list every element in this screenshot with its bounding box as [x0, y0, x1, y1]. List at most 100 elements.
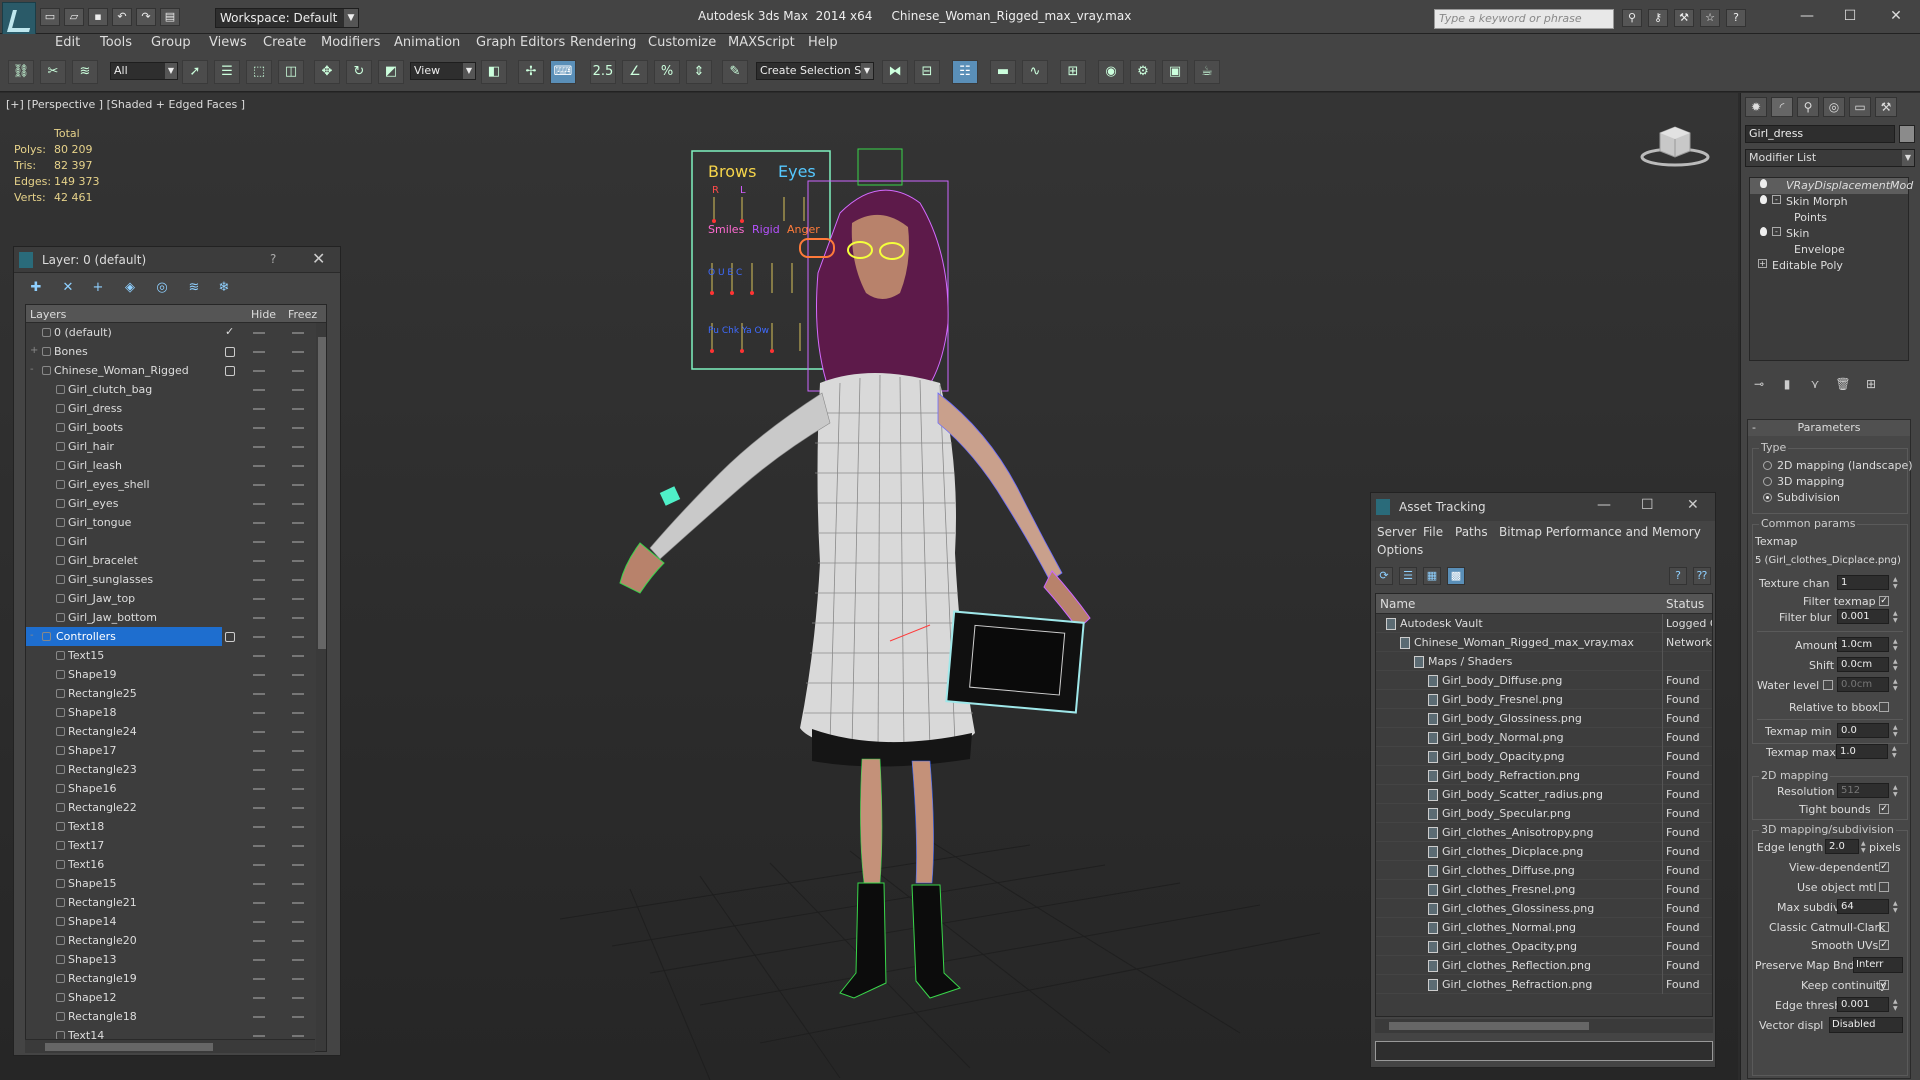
workspace-dropdown[interactable]: Workspace: Default ▼ [215, 8, 359, 28]
unlink-icon[interactable]: ✂ [40, 60, 66, 84]
project-folder-icon[interactable]: ▤ [160, 8, 180, 26]
motion-tab-icon[interactable]: ◎ [1823, 97, 1845, 117]
layer-manager-icon[interactable]: ☷ [952, 60, 978, 84]
preserve-map-bnd-dropdown[interactable]: Interr [1853, 957, 1903, 973]
select-layer-objects-icon[interactable]: ◈ [120, 279, 140, 297]
freeze-toggle[interactable] [292, 541, 304, 543]
layer-row[interactable]: Rectangle18 [26, 1007, 326, 1026]
asset-row[interactable]: Maps / Shaders [1376, 652, 1712, 671]
modifier-on-bulb-icon[interactable] [1760, 227, 1767, 236]
hide-toggle[interactable] [253, 921, 265, 923]
freeze-toggle[interactable] [292, 560, 304, 562]
hide-toggle[interactable] [253, 617, 265, 619]
maximize-button[interactable]: ☐ [1838, 6, 1862, 26]
freeze-toggle[interactable] [292, 484, 304, 486]
hide-toggle[interactable] [253, 826, 265, 828]
layer-row[interactable]: Text16 [26, 855, 326, 874]
close-button[interactable]: ✕ [1884, 6, 1908, 26]
hide-toggle[interactable] [253, 579, 265, 581]
scrollbar-thumb[interactable] [318, 337, 326, 649]
asset-row[interactable]: Girl_clothes_Refraction.png Found [1376, 975, 1712, 994]
freeze-toggle[interactable] [292, 655, 304, 657]
search-input[interactable]: Type a keyword or phrase [1434, 9, 1614, 29]
layer-row[interactable]: Rectangle25 [26, 684, 326, 703]
rotate-icon[interactable]: ↻ [346, 60, 372, 84]
refresh-icon[interactable]: ⟳ [1375, 567, 1393, 585]
resolution-input[interactable]: 512 [1837, 783, 1889, 798]
menu-modifiers[interactable]: Modifiers [321, 35, 380, 50]
layer-row[interactable]: Girl_leash [26, 456, 326, 475]
redo-icon[interactable]: ↷ [136, 8, 156, 26]
hide-toggle[interactable] [253, 845, 265, 847]
shift-input[interactable]: 0.0cm [1837, 657, 1889, 672]
hide-toggle[interactable] [253, 750, 265, 752]
schematic-view-icon[interactable]: ⊞ [1060, 60, 1086, 84]
texture-chan-input[interactable]: 1 [1837, 575, 1889, 590]
hide-toggle[interactable] [253, 408, 265, 410]
layer-row[interactable]: Girl_tongue [26, 513, 326, 532]
vault-help-icon[interactable]: ⁇ [1693, 567, 1711, 585]
rectangular-selection-icon[interactable]: ⬚ [246, 60, 272, 84]
spinner-arrows-icon[interactable]: ▲ ▼ [1892, 745, 1898, 760]
layer-row[interactable]: Girl_eyes_shell [26, 475, 326, 494]
freeze-toggle[interactable] [292, 351, 304, 353]
freeze-toggle[interactable] [292, 826, 304, 828]
hide-toggle[interactable] [253, 864, 265, 866]
menu-maxscript[interactable]: MAXScript [728, 35, 795, 50]
asset-row[interactable]: Girl_body_Fresnel.png Found [1376, 690, 1712, 709]
layer-row[interactable]: Shape17 [26, 741, 326, 760]
asset-row[interactable]: Girl_clothes_Opacity.png Found [1376, 937, 1712, 956]
modifier-stack-item[interactable]: - Skin Morph [1750, 194, 1908, 210]
hide-toggle[interactable] [253, 978, 265, 980]
spinner-arrows-icon[interactable]: ▲ ▼ [1893, 900, 1899, 915]
asset-row[interactable]: Girl_body_Glossiness.png Found [1376, 709, 1712, 728]
col-freeze[interactable]: Freez [288, 308, 317, 321]
hide-toggle[interactable] [253, 522, 265, 524]
menu-bitmap-performance[interactable]: Bitmap Performance and Memory [1499, 525, 1701, 539]
use-object-mtl-checkbox[interactable] [1879, 882, 1889, 892]
freeze-toggle[interactable] [292, 788, 304, 790]
freeze-toggle[interactable] [292, 446, 304, 448]
layer-row[interactable]: Shape16 [26, 779, 326, 798]
smooth-uvs-checkbox[interactable]: ✓ [1879, 940, 1889, 950]
new-file-icon[interactable]: ▭ [40, 8, 60, 26]
layer-row[interactable]: Text17 [26, 836, 326, 855]
percent-snap-icon[interactable]: % [654, 60, 680, 84]
asset-row[interactable]: Girl_clothes_Fresnel.png Found [1376, 880, 1712, 899]
col-status[interactable]: Status [1666, 597, 1704, 611]
hide-toggle[interactable] [253, 902, 265, 904]
layer-row[interactable]: Shape15 [26, 874, 326, 893]
col-hide[interactable]: Hide [251, 308, 276, 321]
spinner-arrows-icon[interactable]: ▲ ▼ [1893, 998, 1899, 1013]
freeze-toggle[interactable] [292, 883, 304, 885]
amount-input[interactable]: 1.0cm [1837, 637, 1889, 652]
pivot-center-icon[interactable]: ◧ [481, 60, 507, 84]
menu-animation[interactable]: Animation [394, 35, 460, 50]
material-editor-icon[interactable]: ◉ [1098, 60, 1124, 84]
tight-bounds-checkbox[interactable]: ✓ [1879, 804, 1889, 814]
menu-paths[interactable]: Paths [1455, 525, 1488, 539]
curve-editor-icon[interactable]: ∿ [1022, 60, 1048, 84]
asset-row[interactable]: Girl_body_Refraction.png Found [1376, 766, 1712, 785]
layer-row[interactable]: Shape18 [26, 703, 326, 722]
freeze-toggle[interactable] [292, 674, 304, 676]
freeze-toggle[interactable] [292, 617, 304, 619]
key-icon[interactable]: ⚷ [1648, 9, 1668, 27]
add-to-layer-icon[interactable]: + [88, 279, 108, 297]
menu-options[interactable]: Options [1377, 543, 1423, 557]
filter-blur-input[interactable]: 0.001 [1837, 609, 1889, 624]
hierarchy-tab-icon[interactable]: ⚲ [1797, 97, 1819, 117]
freeze-toggle[interactable] [292, 902, 304, 904]
layer-row[interactable]: Girl_bracelet [26, 551, 326, 570]
expand-toggle-icon[interactable]: - [1772, 227, 1781, 236]
ribbon-icon[interactable]: ▬ [990, 60, 1016, 84]
menu-graph-editors[interactable]: Graph Editors [476, 35, 565, 50]
asset-row[interactable]: Girl_body_Scatter_radius.png Found [1376, 785, 1712, 804]
hide-toggle[interactable] [253, 370, 265, 372]
create-layer-icon[interactable]: ✚ [26, 279, 46, 297]
display-tab-icon[interactable]: ▭ [1849, 97, 1871, 117]
modify-tab-icon[interactable]: ◜ [1771, 97, 1793, 117]
minimize-button[interactable]: — [1795, 6, 1819, 26]
freeze-toggle[interactable] [292, 389, 304, 391]
freeze-toggle[interactable] [292, 845, 304, 847]
